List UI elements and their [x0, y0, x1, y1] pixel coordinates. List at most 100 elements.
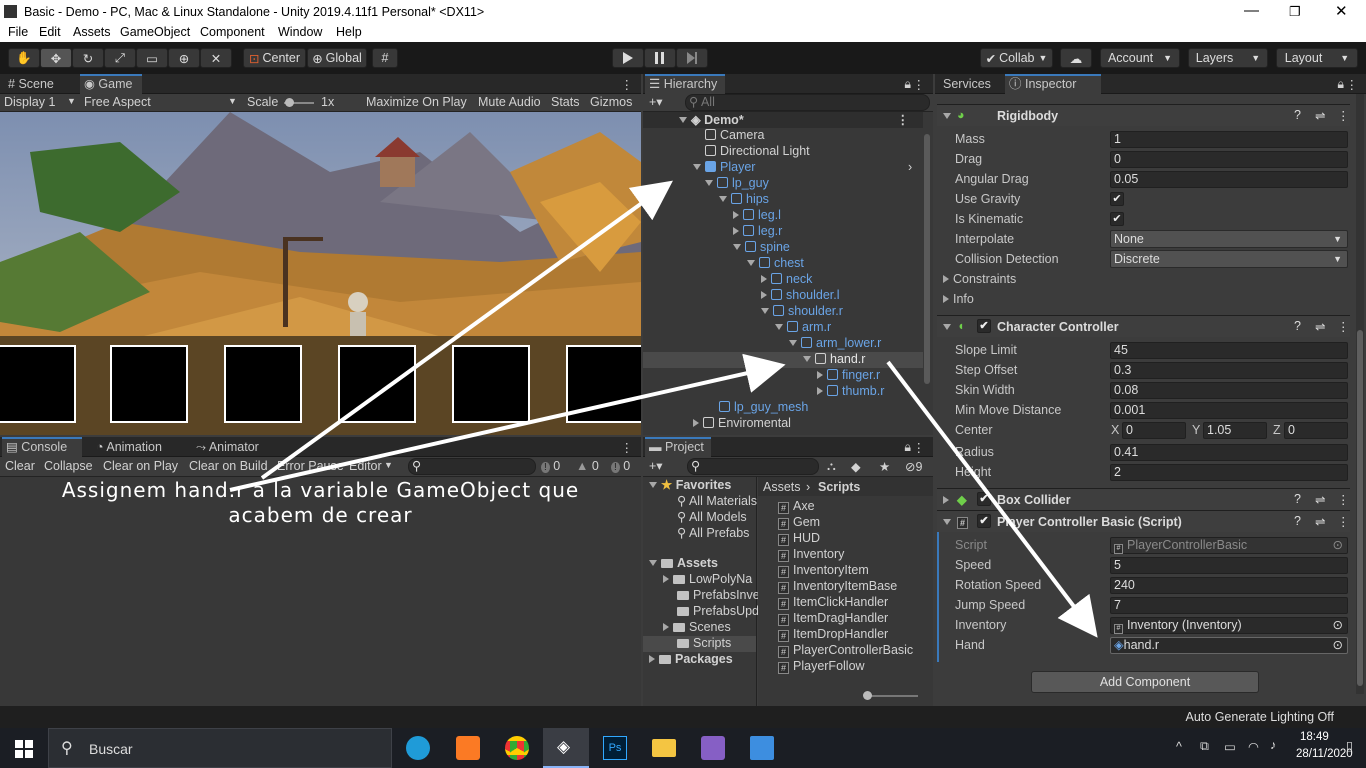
panel-menu-icon[interactable]: ⋮ [913, 440, 926, 455]
favorite-all-models[interactable]: ⚲ All Models [677, 509, 747, 525]
error-count[interactable]: ! 0 [611, 459, 630, 473]
is-kinematic-checkbox[interactable]: ✔ [1110, 212, 1124, 226]
play-button[interactable] [612, 48, 644, 68]
character-controller-enabled-checkbox[interactable]: ✔ [977, 319, 991, 333]
aspect-dropdown[interactable]: Free Aspect [84, 95, 151, 109]
collision-detection-dropdown[interactable]: Discrete ▼ [1110, 250, 1348, 268]
hierarchy-search-input[interactable]: ⚲ All [685, 94, 930, 111]
transform-tool-icon[interactable]: ⊕ [168, 48, 200, 68]
help-icon[interactable]: ? [1294, 108, 1301, 122]
script-item[interactable]: # InventoryItem [778, 563, 869, 579]
clear-on-build-button[interactable]: Clear on Build [189, 459, 268, 473]
star-icon[interactable]: ★ [879, 459, 890, 474]
inventory-slot[interactable] [566, 345, 641, 423]
info-foldout[interactable]: Info [943, 292, 974, 308]
project-search-input[interactable]: ⚲ [687, 458, 819, 475]
minimize-icon[interactable]: — [1244, 2, 1259, 19]
tab-scene[interactable]: # Scene [4, 74, 58, 94]
tree-item-lp-guy[interactable]: lp_guy [705, 176, 769, 192]
skin-width-field[interactable]: 0.08 [1110, 382, 1348, 399]
account-dropdown[interactable]: Account ▼ [1100, 48, 1180, 68]
menu-file[interactable]: File [8, 25, 28, 39]
move-tool-icon[interactable]: ✥ [40, 48, 72, 68]
collab-dropdown[interactable]: ✔ Collab ▼ [980, 48, 1053, 68]
tab-animator[interactable]: ⤳ Animator [192, 437, 263, 457]
pivot-global-button[interactable]: ⊕ Global [307, 48, 367, 68]
tree-item-finger-r[interactable]: finger.r [817, 368, 880, 384]
center-z-field[interactable]: 0 [1284, 422, 1348, 439]
folder-prefabsinve[interactable]: PrefabsInve [677, 588, 760, 604]
breadcrumb-assets[interactable]: Assets [763, 480, 801, 494]
tab-inspector[interactable]: ⓘ Inspector [1005, 74, 1101, 94]
inventory-slot[interactable] [224, 345, 302, 423]
use-gravity-checkbox[interactable]: ✔ [1110, 192, 1124, 206]
mute-audio-button[interactable]: Mute Audio [478, 95, 541, 109]
script-item[interactable]: # HUD [778, 531, 820, 547]
tab-animation[interactable]: ◔ Animation [92, 437, 166, 457]
clock-date[interactable]: 28/11/2020 [1296, 748, 1353, 760]
player-controller-header[interactable]: # ✔ Player Controller Basic (Script) ? ⇌… [937, 510, 1350, 532]
layers-dropdown[interactable]: Layers ▼ [1188, 48, 1268, 68]
taskbar-search-box[interactable]: ⚲ Buscar [48, 728, 392, 768]
favorite-all-prefabs[interactable]: ⚲ All Prefabs [677, 525, 749, 541]
mass-field[interactable]: 1 [1110, 131, 1348, 148]
tag-icon[interactable]: ◆ [851, 459, 861, 474]
character-controller-header[interactable]: ◖ ✔ Character Controller ? ⇌ ⋮ [937, 315, 1350, 337]
chevron-up-icon[interactable]: ^ [1176, 740, 1182, 754]
volume-icon[interactable]: ♪ [1270, 738, 1276, 752]
speed-field[interactable]: 5 [1110, 557, 1348, 574]
rotate-tool-icon[interactable]: ↻ [72, 48, 104, 68]
script-item[interactable]: # ItemDragHandler [778, 611, 888, 627]
icon-size-slider[interactable] [866, 695, 918, 697]
hierarchy-scrollbar[interactable] [924, 134, 930, 384]
preset-icon[interactable]: ⇌ [1315, 319, 1325, 334]
maximize-on-play-button[interactable]: Maximize On Play [366, 95, 467, 109]
folder-lowpolyna[interactable]: LowPolyNa [663, 572, 752, 588]
tree-item-leg-l[interactable]: leg.l [733, 208, 781, 224]
folder-scenes[interactable]: Scenes [663, 620, 731, 636]
editor-dropdown[interactable]: Editor [349, 459, 382, 473]
panel-menu-icon[interactable]: ⋮ [621, 77, 634, 92]
filter-type-icon[interactable]: ⛬ [827, 459, 836, 474]
pause-button[interactable] [644, 48, 676, 68]
lock-icon[interactable]: 🔒︎ [904, 77, 911, 92]
help-icon[interactable]: ? [1294, 492, 1301, 506]
inventory-slot[interactable] [0, 345, 76, 423]
panel-menu-icon[interactable]: ⋮ [1346, 77, 1359, 92]
add-component-button[interactable]: Add Component [1031, 671, 1259, 693]
edge-browser-icon[interactable] [406, 736, 430, 760]
scene-row[interactable]: ◈ Demo* ⋮ [643, 112, 923, 128]
grid-snap-icon[interactable]: # [372, 48, 398, 68]
menu-help[interactable]: Help [336, 25, 362, 39]
inspector-scrollbar-thumb[interactable] [1357, 330, 1363, 686]
object-picker-icon[interactable]: ⊙ [1333, 638, 1343, 653]
step-button[interactable] [676, 48, 708, 68]
menu-window[interactable]: Window [278, 25, 322, 39]
preset-icon[interactable]: ⇌ [1315, 108, 1325, 123]
tree-item-arm-lower-r[interactable]: arm_lower.r [789, 336, 881, 352]
visual-studio-icon[interactable] [701, 736, 725, 760]
battery-icon[interactable]: ▭ [1224, 739, 1236, 754]
inventory-slot[interactable] [452, 345, 530, 423]
panel-menu-icon[interactable]: ⋮ [913, 77, 926, 92]
icon-size-slider-thumb[interactable] [863, 691, 872, 700]
breadcrumb-scripts[interactable]: Scripts [818, 480, 860, 494]
box-collider-header[interactable]: ◆ ✔ Box Collider ? ⇌ ⋮ [937, 488, 1350, 510]
tree-item-enviromental[interactable]: Enviromental [693, 416, 791, 432]
tree-item-lp-guy-mesh[interactable]: lp_guy_mesh [719, 400, 808, 416]
error-pause-button[interactable]: Error Pause [277, 459, 344, 473]
player-controller-enabled-checkbox[interactable]: ✔ [977, 514, 991, 528]
slope-limit-field[interactable]: 45 [1110, 342, 1348, 359]
pivot-center-button[interactable]: ⊡ Center [243, 48, 306, 68]
clear-on-play-button[interactable]: Clear on Play [103, 459, 178, 473]
log-count[interactable]: ! 0 [541, 459, 560, 473]
radius-field[interactable]: 0.41 [1110, 444, 1348, 461]
rigidbody-header[interactable]: ◕ Rigidbody ? ⇌ ⋮ [937, 104, 1350, 126]
stats-button[interactable]: Stats [551, 95, 580, 109]
lock-icon[interactable]: 🔒︎ [904, 440, 911, 455]
script-item[interactable]: # ItemDropHandler [778, 627, 888, 643]
wifi-icon[interactable]: ◠ [1248, 739, 1259, 754]
tab-hierarchy[interactable]: ☰ Hierarchy [645, 74, 725, 94]
box-collider-enabled-checkbox[interactable]: ✔ [977, 492, 991, 506]
center-y-field[interactable]: 1.05 [1203, 422, 1267, 439]
